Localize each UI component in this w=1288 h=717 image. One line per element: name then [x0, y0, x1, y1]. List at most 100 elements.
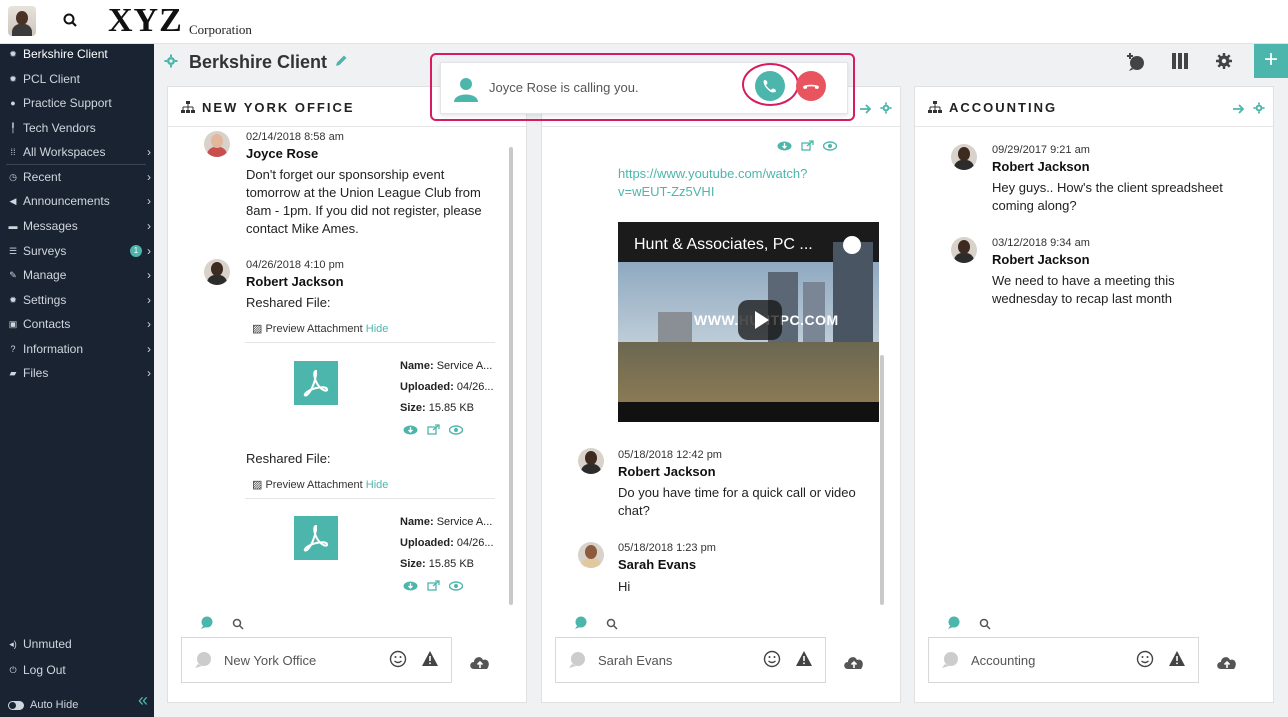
message-item: 02/14/2018 8:58 am Joyce Rose Don't forg…: [204, 131, 504, 251]
avatar[interactable]: [951, 237, 977, 263]
chat-tab-icon[interactable]: [200, 616, 214, 635]
sidebar-item-all-workspaces[interactable]: ⁞⁞ All Workspaces ›: [0, 141, 154, 163]
sidebar-item-announcements[interactable]: ◀ Announcements ›: [0, 190, 154, 212]
panel-mini-tabs: [200, 616, 244, 635]
workspace-gear-icon[interactable]: [880, 101, 892, 119]
message-item: 09/29/2017 9:21 am Robert Jackson Hey gu…: [951, 144, 1251, 224]
view-icon[interactable]: [822, 138, 838, 156]
share-icon[interactable]: [801, 138, 814, 156]
scrollbar[interactable]: [509, 147, 513, 605]
upload-cloud-icon[interactable]: [842, 654, 866, 675]
pdf-file-icon[interactable]: [294, 516, 338, 560]
share-icon[interactable]: [427, 422, 440, 440]
emoji-icon[interactable]: [763, 650, 781, 673]
download-icon[interactable]: [403, 422, 418, 440]
message-author[interactable]: Robert Jackson: [618, 464, 716, 479]
alert-icon[interactable]: [1168, 650, 1186, 673]
emoji-icon[interactable]: [389, 650, 407, 673]
alert-icon[interactable]: [421, 650, 439, 673]
share-icon[interactable]: [427, 578, 440, 596]
message-time: 02/14/2018 8:58 am: [246, 131, 344, 143]
message-item: 05/18/2018 12:42 pm Robert Jackson Do yo…: [578, 448, 878, 518]
avatar[interactable]: [204, 259, 230, 285]
message-time: 03/12/2018 9:34 am: [992, 237, 1090, 249]
arrow-right-icon[interactable]: [860, 101, 872, 119]
message-composer[interactable]: New York Office: [181, 637, 452, 683]
avatar[interactable]: [204, 131, 230, 157]
file-name: Name: Service A...: [400, 516, 493, 528]
chevron-right-icon: ›: [147, 268, 151, 282]
download-icon[interactable]: [403, 578, 418, 596]
chat-tab-icon[interactable]: [947, 616, 961, 635]
chevron-right-icon: ›: [147, 293, 151, 307]
sidebar-item-surveys[interactable]: ☰ Surveys 1 ›: [0, 240, 154, 262]
message-author[interactable]: Robert Jackson: [246, 274, 344, 289]
sidebar-item-practice-support[interactable]: ● Practice Support: [0, 92, 154, 114]
sidebar-auto-hide[interactable]: Auto Hide: [0, 694, 154, 716]
sidebar-logout[interactable]: ⏻ Log Out: [0, 659, 154, 681]
message-author[interactable]: Robert Jackson: [992, 159, 1090, 174]
arrow-right-icon[interactable]: [1233, 101, 1245, 119]
view-icon[interactable]: [448, 422, 464, 440]
user-avatar[interactable]: [8, 6, 36, 36]
youtube-link[interactable]: https://www.youtube.com/watch? v=wEUT-Zz…: [618, 165, 807, 201]
emoji-icon[interactable]: [1136, 650, 1154, 673]
watch-later-icon[interactable]: [843, 236, 861, 254]
add-chat-icon[interactable]: [1126, 52, 1146, 72]
search-icon[interactable]: [62, 12, 80, 30]
play-button[interactable]: [738, 300, 782, 340]
preview-attachment-row: ▨ Preview Attachment Hide: [252, 323, 389, 335]
message-composer[interactable]: Sarah Evans: [555, 637, 826, 683]
download-icon[interactable]: [777, 138, 792, 156]
search-tab-icon[interactable]: [606, 617, 618, 635]
video-embed[interactable]: Hunt & Associates, PC ... WWW.HUNTPC.COM: [618, 222, 879, 422]
sidebar-item-berkshire-client[interactable]: ✹ Berkshire Client: [0, 43, 154, 65]
message-composer[interactable]: Accounting: [928, 637, 1199, 683]
chevron-right-icon: ›: [147, 219, 151, 233]
sidebar-item-recent[interactable]: ◷ Recent ›: [0, 166, 154, 188]
workspace-gear-icon: [164, 54, 178, 73]
alert-icon[interactable]: [795, 650, 813, 673]
composer-placeholder: Sarah Evans: [598, 653, 673, 668]
search-tab-icon[interactable]: [979, 617, 991, 635]
upload-cloud-icon[interactable]: [468, 654, 492, 675]
columns-view-icon[interactable]: [1171, 52, 1191, 72]
edit-title-icon[interactable]: [334, 54, 348, 73]
scrollbar[interactable]: [880, 355, 884, 605]
message-author[interactable]: Joyce Rose: [246, 146, 318, 161]
sidebar-item-information[interactable]: ? Information ›: [0, 338, 154, 360]
sidebar-item-pcl-client[interactable]: ✹ PCL Client: [0, 68, 154, 90]
auto-hide-toggle[interactable]: [8, 700, 24, 710]
chevron-right-icon: ›: [147, 145, 151, 159]
avatar[interactable]: [578, 448, 604, 474]
view-icon[interactable]: [448, 578, 464, 596]
sidebar-unmuted[interactable]: ◂) Unmuted: [0, 633, 154, 655]
message-author[interactable]: Sarah Evans: [618, 557, 696, 572]
sidebar-item-messages[interactable]: ▬ Messages ›: [0, 215, 154, 237]
message-author[interactable]: Robert Jackson: [992, 252, 1090, 267]
hide-attachment-link[interactable]: Hide: [366, 323, 389, 335]
reshared-label: Reshared File:: [246, 451, 331, 466]
workspace-gear-icon[interactable]: [1253, 101, 1265, 119]
sidebar-item-settings[interactable]: ✹ Settings ›: [0, 289, 154, 311]
hide-attachment-link[interactable]: Hide: [366, 479, 389, 491]
avatar[interactable]: [578, 542, 604, 568]
search-tab-icon[interactable]: [232, 617, 244, 635]
add-button[interactable]: +: [1254, 44, 1288, 78]
settings-gear-icon[interactable]: [1215, 52, 1235, 72]
avatar[interactable]: [951, 144, 977, 170]
upload-cloud-icon[interactable]: [1215, 654, 1239, 675]
composer-placeholder: New York Office: [224, 653, 317, 668]
sidebar-item-contacts[interactable]: ▣ Contacts ›: [0, 313, 154, 335]
chat-tab-icon[interactable]: [574, 616, 588, 635]
pin-icon: ╿: [10, 122, 16, 133]
sidebar-item-files[interactable]: ▰ Files ›: [0, 362, 154, 384]
sidebar-item-tech-vendors[interactable]: ╿ Tech Vendors: [0, 117, 154, 139]
question-icon: ?: [10, 344, 16, 354]
sidebar-item-manage[interactable]: ✎ Manage ›: [0, 264, 154, 286]
collapse-sidebar-icon[interactable]: «: [138, 690, 148, 711]
video-title: Hunt & Associates, PC ...: [634, 236, 813, 253]
org-tree-icon: [928, 100, 942, 118]
pdf-file-icon[interactable]: [294, 361, 338, 405]
power-icon: ⏻: [9, 664, 17, 675]
